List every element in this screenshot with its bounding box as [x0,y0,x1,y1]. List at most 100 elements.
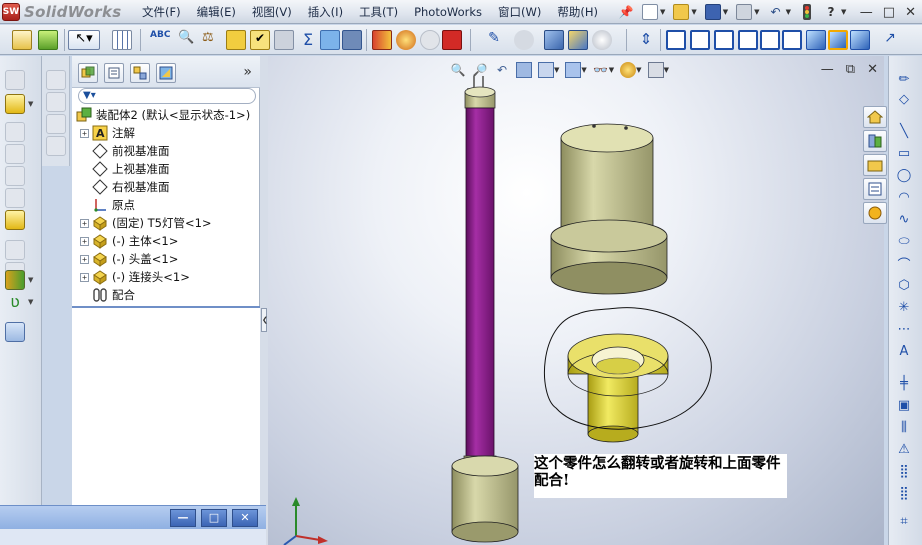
tree-item-top-plane[interactable]: 上视基准面 [92,160,170,178]
menu-window[interactable]: 窗口(W) [490,2,549,22]
featuremanager-tab[interactable] [78,63,98,83]
chevron-down-icon[interactable]: ▼ [754,8,759,16]
appearances-icon[interactable] [863,202,887,224]
home-icon[interactable] [863,106,887,128]
equations-icon[interactable] [320,30,340,50]
view-front-icon[interactable] [666,30,686,50]
collapse-panel-icon[interactable]: ❮ [261,308,268,332]
chevron-down-icon[interactable]: ▼ [28,298,33,306]
float-minimize-button[interactable]: — [170,509,196,527]
save-icon[interactable] [704,4,721,20]
reference-axis-icon[interactable]: ⇕ [636,30,656,50]
find-icon[interactable]: 🔍 [178,30,198,50]
tree-item-assembly[interactable]: 装配体2 (默认<显示状态-1>) [76,106,250,124]
text-icon[interactable]: A [895,342,913,360]
simulation-icon[interactable] [396,30,416,50]
head-cap-part[interactable] [550,123,668,295]
point-icon[interactable]: ✳ [895,298,913,316]
chevron-down-icon[interactable]: ▼ [691,8,696,16]
graphics-area[interactable]: 🔍 🔎 ↶ ▼ ▼ 👓 ▼ ▼ ▼ — ⧉ ✕ 这个零件怎么翻转或者旋转和上面零… [268,56,884,545]
centerline-icon[interactable]: ⋯ [895,320,913,338]
propertymanager-tab[interactable] [104,63,124,83]
view-top-icon[interactable] [760,30,780,50]
new-document-icon[interactable] [642,4,658,20]
view-right-icon[interactable] [738,30,758,50]
chevron-down-icon[interactable]: ▼ [786,8,791,16]
expand-toggle[interactable]: + [80,272,89,282]
explode-line-icon[interactable]: ʋ [5,292,25,312]
tree-item-body[interactable]: + (-) 主体<1> [80,232,178,250]
filter-icon[interactable]: ▼▾ [83,90,96,101]
menu-edit[interactable]: 编辑(E) [189,2,244,22]
arc-icon[interactable]: ◠ [895,188,913,206]
interference-icon[interactable] [342,30,362,50]
rectangle-icon[interactable]: ▭ [895,144,913,162]
component-icon[interactable] [568,30,588,50]
select-icon[interactable]: ↖▾ [68,30,100,50]
restore-button[interactable]: □ [883,5,895,20]
line-icon[interactable]: ╲ [895,122,913,140]
check-icon[interactable]: ✔ [250,30,270,50]
design-library-icon[interactable] [863,130,887,152]
more-tabs-chevron[interactable]: » [243,64,252,80]
offset-icon[interactable]: ▣ [895,396,913,414]
tree-item-front-plane[interactable]: 前视基准面 [92,142,170,160]
box-icon[interactable] [544,30,564,50]
panel-splitter[interactable]: ❮ [260,56,268,545]
section-properties-icon[interactable] [226,30,246,50]
view-dimetric-icon[interactable] [850,30,870,50]
expand-toggle[interactable]: + [80,218,89,228]
reference-geometry-icon[interactable] [5,210,25,230]
floating-window-titlebar[interactable]: — □ ✕ [0,505,266,529]
expand-toggle[interactable]: + [80,128,89,138]
float-close-button[interactable]: ✕ [232,509,258,527]
menu-help[interactable]: 帮助(H) [549,2,606,22]
view-left-icon[interactable] [714,30,734,50]
circle-icon[interactable]: ◯ [895,166,913,184]
print-icon[interactable] [736,4,753,20]
view-bottom-icon[interactable] [782,30,802,50]
chevron-down-icon[interactable]: ▼ [723,8,728,16]
view-palette-icon[interactable] [863,178,887,200]
file-explorer-icon[interactable] [863,154,887,176]
chevron-down-icon[interactable]: ▼ [660,8,665,16]
normal-to-icon[interactable]: ↗ [880,30,900,50]
grid-icon[interactable] [112,30,132,50]
menu-tools[interactable]: 工具(T) [351,2,406,22]
undo-icon[interactable]: ↶ [768,4,784,20]
view-isometric-icon[interactable] [806,30,826,50]
configurationmanager-tab[interactable] [130,63,150,83]
tree-item-mates[interactable]: 配合 [92,286,135,304]
view-back-icon[interactable] [690,30,710,50]
sum-icon[interactable]: Σ [298,30,318,50]
close-button[interactable]: ✕ [905,5,916,20]
tree-filter-field[interactable]: ▼▾ [78,88,256,104]
measure-icon[interactable] [274,30,294,50]
smart-dimension-icon[interactable]: ◇ [895,90,913,108]
pin-icon[interactable]: 📌 [618,4,634,20]
chevron-down-icon[interactable]: ▼ [28,100,33,108]
spell-check-icon[interactable]: ABC [150,30,170,50]
t5-tube-part[interactable] [451,76,519,543]
tree-item-origin[interactable]: 原点 [92,196,135,214]
expand-toggle[interactable]: + [80,254,89,264]
tree-item-annotations[interactable]: + A 注解 [80,124,135,142]
tree-item-connector[interactable]: + (-) 连接头<1> [80,268,190,286]
tree-item-head-cap[interactable]: + (-) 头盖<1> [80,250,178,268]
mate-icon[interactable] [5,94,25,114]
chevron-down-icon[interactable]: ▼ [28,276,33,284]
polygon-icon[interactable]: ⬡ [895,276,913,294]
dimxpert-tab[interactable] [156,63,176,83]
tree-item-t5-tube[interactable]: + (固定) T5灯管<1> [80,214,212,232]
instant3d-icon[interactable] [5,322,25,342]
view-trimetric-icon[interactable] [828,30,848,50]
properties-icon[interactable] [12,30,32,50]
chevron-down-icon[interactable]: ▼ [841,8,846,16]
menu-photoworks[interactable]: PhotoWorks [406,2,490,22]
expand-toggle[interactable]: + [80,236,89,246]
float-maximize-button[interactable]: □ [201,509,227,527]
options-icon[interactable] [38,30,58,50]
smart-mates-icon[interactable]: ✎ [484,30,504,50]
menu-file[interactable]: 文件(F) [134,2,189,22]
connector-part[interactable] [567,333,669,443]
